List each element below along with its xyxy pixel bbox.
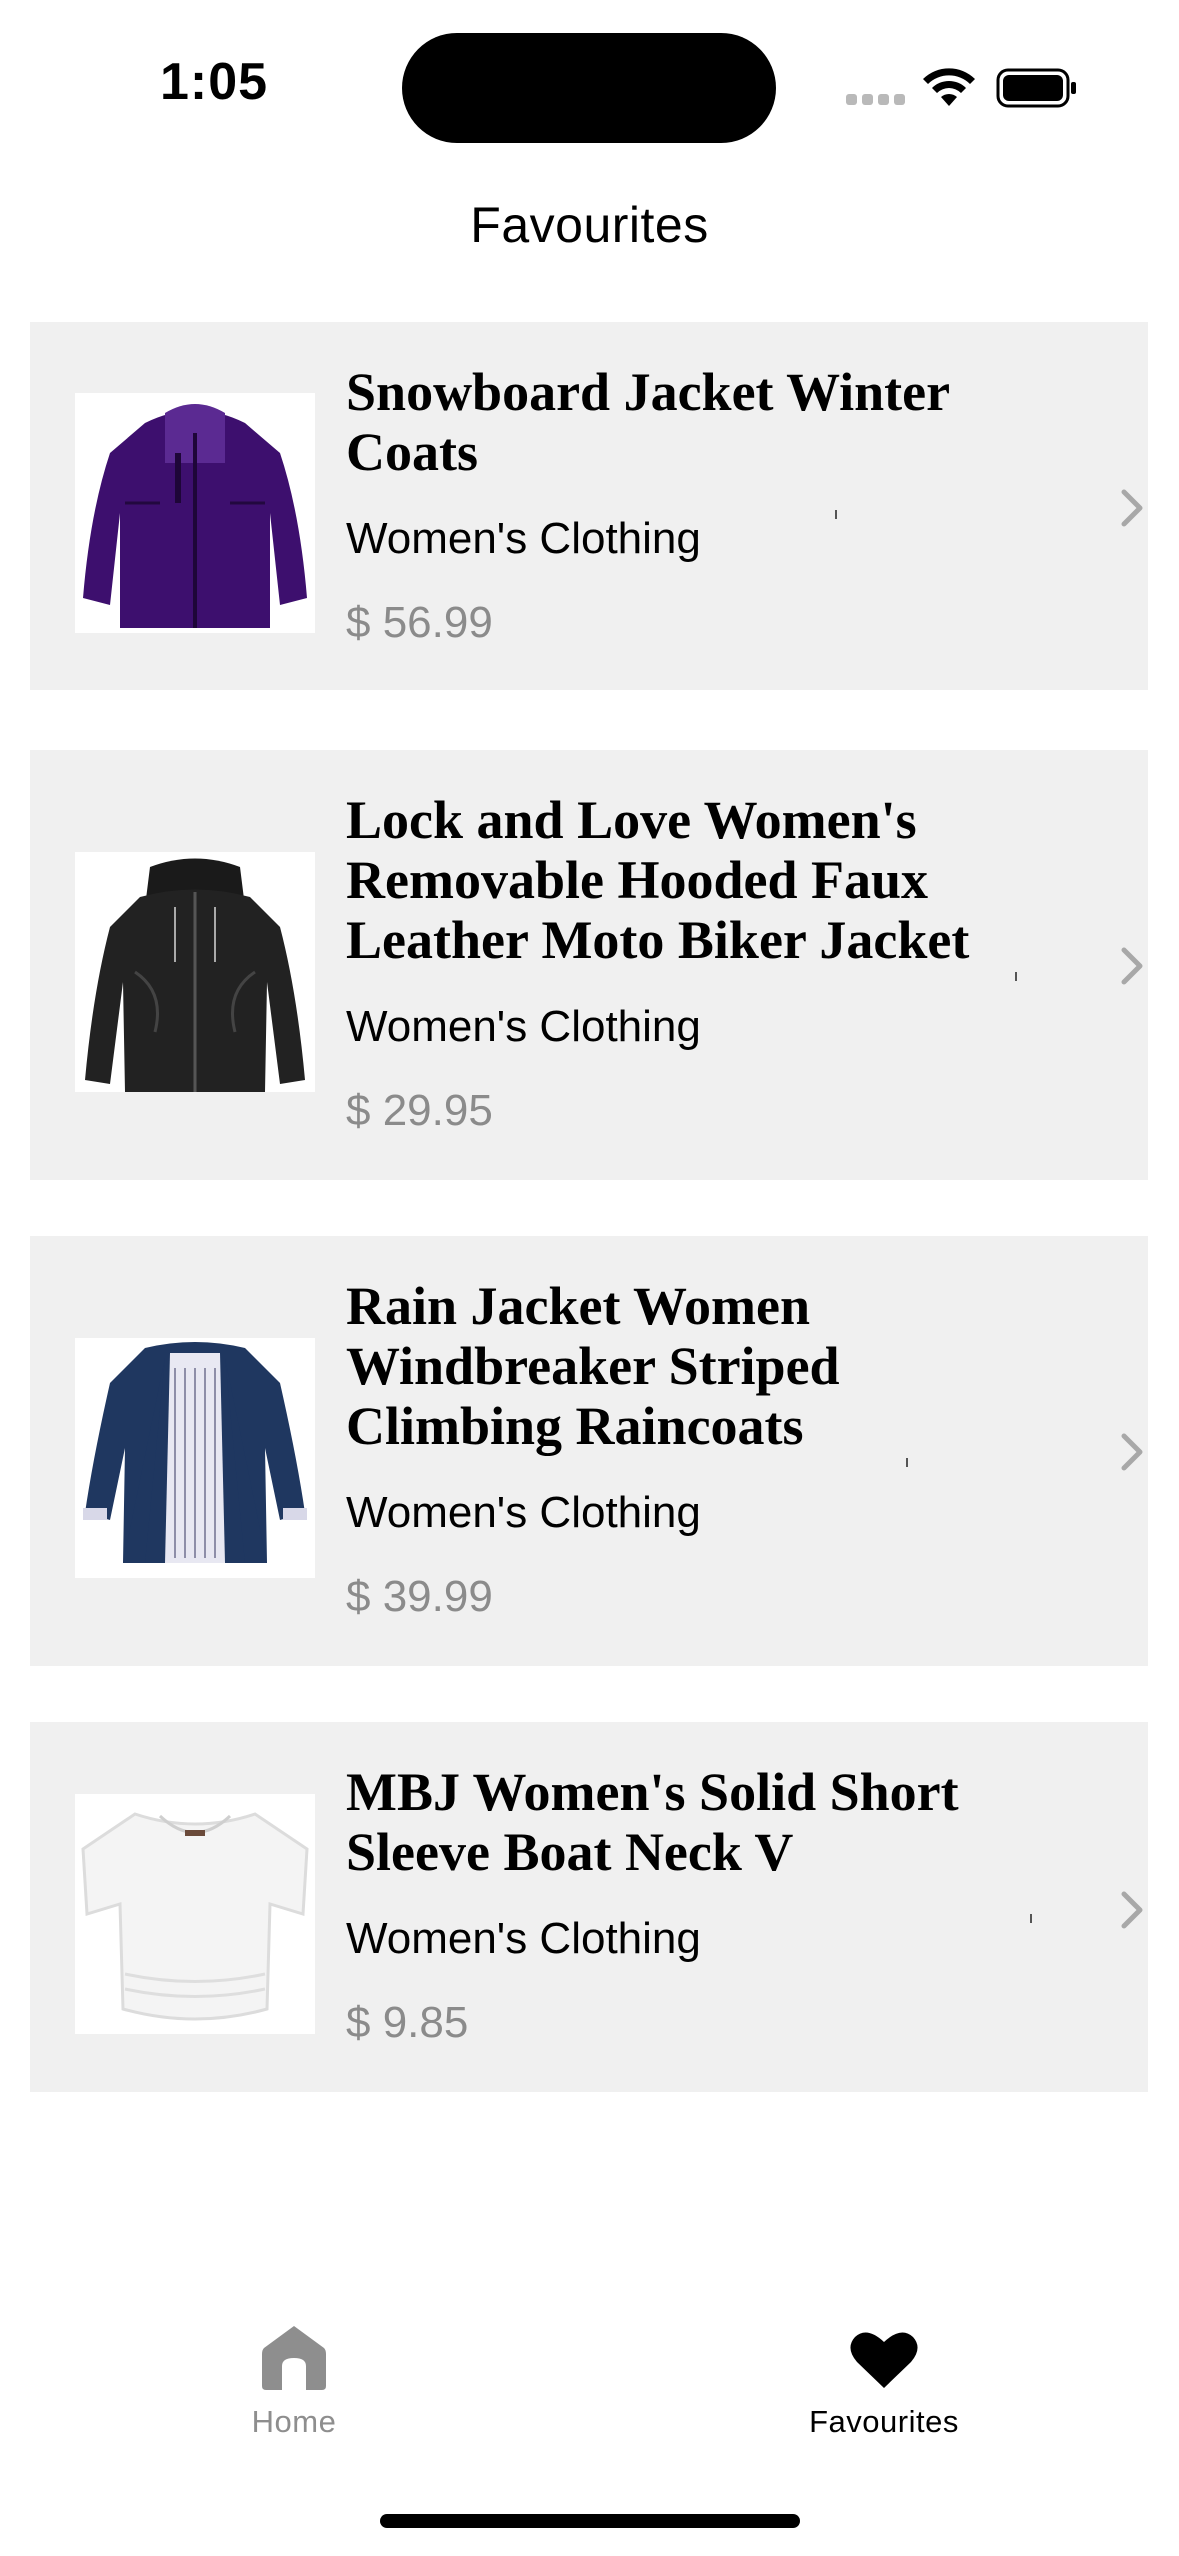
favourite-item[interactable]: Lock and Love Women's Removable Hooded F… — [30, 750, 1148, 1180]
battery-icon — [996, 68, 1076, 108]
product-image — [75, 852, 315, 1092]
tab-home[interactable]: Home — [174, 2324, 414, 2440]
favourite-item[interactable]: Snowboard Jacket Winter Coats Women's Cl… — [30, 322, 1148, 690]
jacket-image — [75, 1338, 315, 1578]
jacket-image — [75, 852, 315, 1092]
status-bar: 1:05 — [0, 0, 1179, 170]
home-indicator — [380, 2514, 800, 2528]
product-title: Rain Jacket Women Windbreaker Striped Cl… — [346, 1276, 840, 1456]
shirt-image — [75, 1794, 315, 2034]
chevron-right-icon — [1121, 489, 1143, 527]
tab-favourites-label: Favourites — [809, 2404, 959, 2439]
status-time: 1:05 — [160, 53, 269, 111]
chevron-right-icon — [1121, 1433, 1143, 1471]
product-price: $ 29.95 — [346, 1086, 493, 1135]
favourite-item[interactable]: MBJ Women's Solid Short Sleeve Boat Neck… — [30, 1722, 1148, 2092]
product-title: MBJ Women's Solid Short Sleeve Boat Neck… — [346, 1762, 959, 1882]
home-icon — [262, 2326, 326, 2390]
favourite-item[interactable]: Rain Jacket Women Windbreaker Striped Cl… — [30, 1236, 1148, 1666]
product-category: Women's Clothing — [346, 514, 701, 563]
tab-favourites[interactable]: Favourites — [764, 2330, 1004, 2440]
wifi-icon — [923, 68, 975, 106]
product-price: $ 9.85 — [346, 1998, 469, 2047]
page-title: Favourites — [470, 197, 709, 253]
tab-home-label: Home — [251, 2404, 337, 2439]
dynamic-island — [402, 33, 776, 143]
jacket-image — [75, 393, 315, 633]
chevron-right-icon — [1121, 1891, 1143, 1929]
product-price: $ 39.99 — [346, 1572, 493, 1621]
product-title: Snowboard Jacket Winter Coats — [346, 362, 950, 482]
product-image — [75, 393, 315, 633]
heart-icon — [850, 2332, 918, 2388]
product-category: Women's Clothing — [346, 1914, 701, 1963]
chevron-right-icon — [1121, 947, 1143, 985]
product-price: $ 56.99 — [346, 598, 493, 647]
product-category: Women's Clothing — [346, 1488, 701, 1537]
product-image — [75, 1338, 315, 1578]
product-category: Women's Clothing — [346, 1002, 701, 1051]
product-title: Lock and Love Women's Removable Hooded F… — [346, 790, 970, 970]
product-image — [75, 1794, 315, 2034]
cellular-signal-icon — [846, 94, 906, 108]
